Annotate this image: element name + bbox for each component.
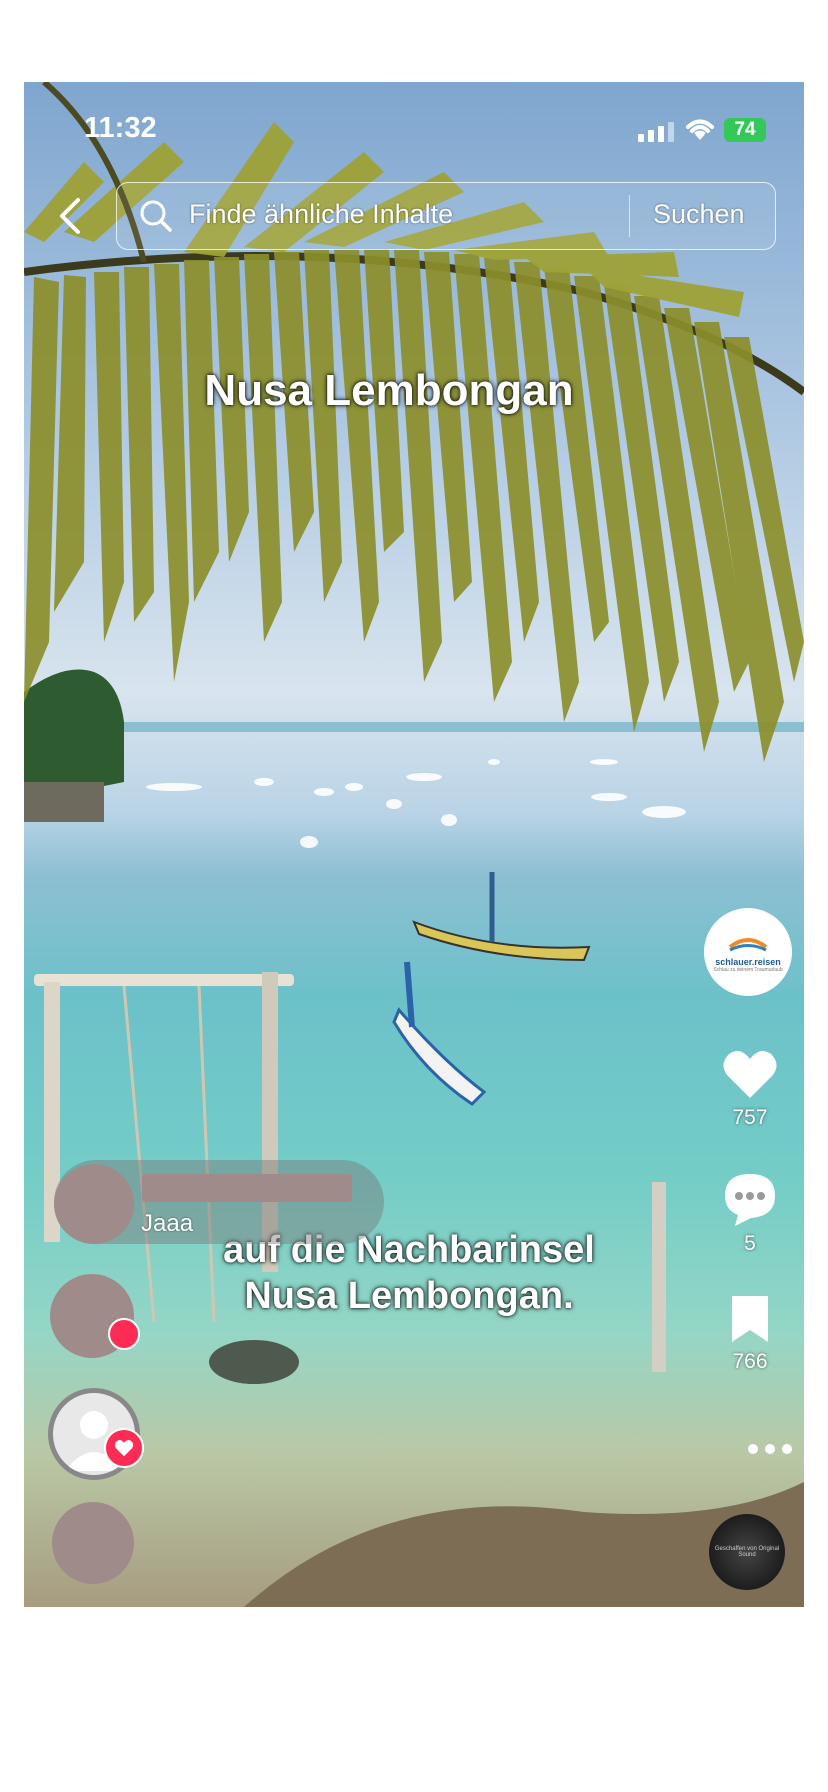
like-count: 757: [732, 1106, 768, 1129]
commenter-name-redacted: [142, 1174, 352, 1202]
wifi-icon: [686, 119, 714, 140]
creator-logo-text: schlauer.reisen: [715, 957, 781, 967]
scene-illustration: [24, 82, 804, 1607]
like-button[interactable]: 757: [706, 1048, 794, 1130]
video-screen[interactable]: 11:32 74 Finde ähnliche Inhalte Suchen N…: [24, 82, 804, 1607]
comment-button[interactable]: 5: [706, 1172, 794, 1256]
back-arrow-icon[interactable]: [52, 194, 88, 238]
save-button[interactable]: 766: [706, 1294, 794, 1374]
heart-icon: [723, 1050, 777, 1098]
heart-badge-icon: [104, 1428, 144, 1468]
more-options-icon[interactable]: [726, 1442, 804, 1456]
creator-logo-subtext: Schlau zu deinem Traumurlaub: [713, 967, 783, 973]
creator-logo-icon: [728, 938, 768, 952]
viewer-avatar: [52, 1502, 134, 1584]
video-title-caption: Nusa Lembongan: [204, 366, 574, 415]
battery-level: 74: [734, 119, 756, 140]
music-disc[interactable]: Geschaffen von Original Sound: [709, 1514, 785, 1590]
search-input[interactable]: Finde ähnliche Inhalte: [189, 199, 453, 230]
comment-bubble-icon: [725, 1174, 775, 1226]
search-bar[interactable]: Finde ähnliche Inhalte Suchen: [116, 182, 776, 250]
bookmark-icon: [732, 1296, 768, 1342]
battery-indicator: 74: [724, 118, 766, 142]
comment-text: Jaaa: [141, 1210, 194, 1237]
search-divider: [629, 195, 630, 237]
comment-count: 5: [744, 1232, 756, 1255]
like-badge-icon: [108, 1318, 140, 1350]
search-icon: [140, 200, 172, 232]
cellular-signal-icon: [638, 122, 674, 142]
creator-avatar[interactable]: schlauer.reisen Schlau zu deinem Traumur…: [704, 908, 792, 996]
small-heart-icon: [114, 1440, 134, 1457]
subtitle-line-2: Nusa Lembongan.: [244, 1275, 574, 1317]
music-line-2: Sound: [738, 1552, 756, 1558]
search-button[interactable]: Suchen: [653, 199, 745, 230]
status-time: 11:32: [84, 112, 157, 144]
commenter-avatar: [54, 1164, 134, 1244]
save-count: 766: [732, 1350, 768, 1373]
